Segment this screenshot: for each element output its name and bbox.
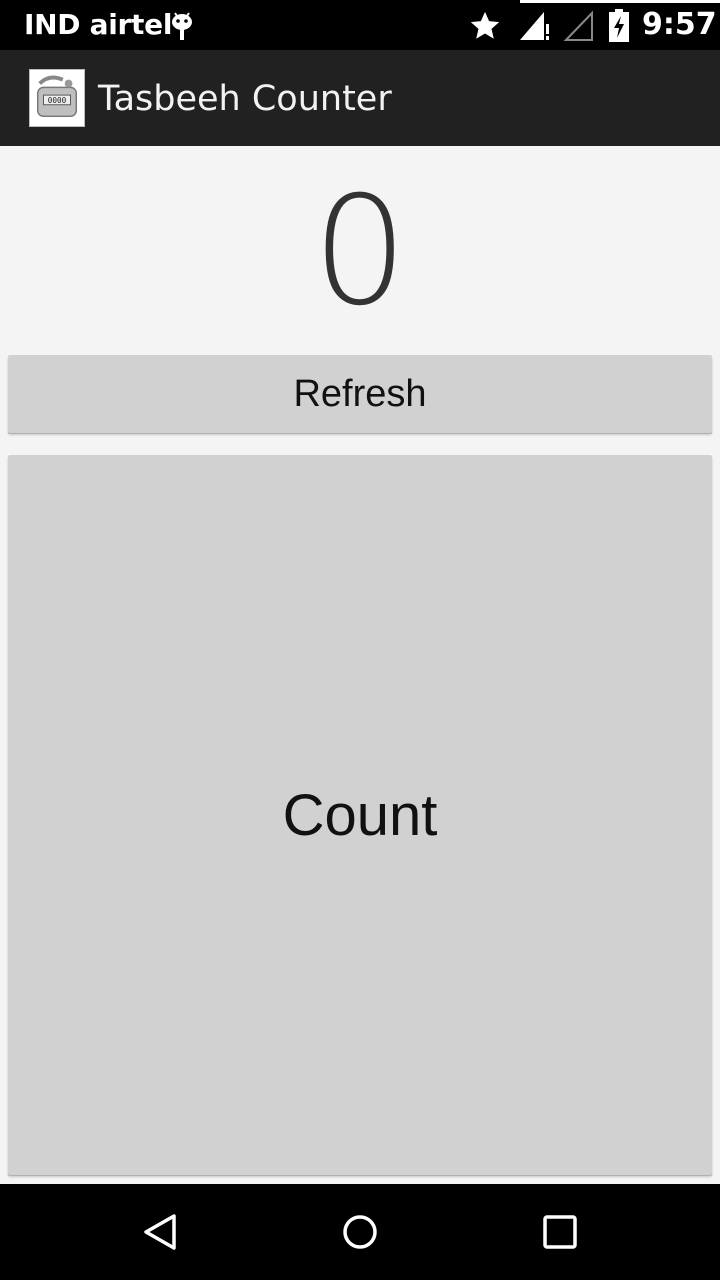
no-signal-icon [563,10,593,41]
refresh-button[interactable]: Refresh [8,355,712,433]
battery-charging-icon [609,9,629,42]
status-clock: 9:57 [642,7,717,42]
recents-icon[interactable] [540,1212,580,1252]
android-debug-icon [172,12,192,40]
app-title: Tasbeeh Counter [98,79,392,119]
status-bar: IND airtel 9:57 [0,0,720,50]
signal-icon [520,12,549,40]
tally-counter-icon: 0000 [29,69,85,127]
star-icon [470,11,500,39]
home-icon[interactable] [340,1212,380,1252]
navigation-bar [0,1184,720,1280]
count-button[interactable]: Count [8,455,712,1175]
status-bar-strip [520,0,720,3]
svg-text:0000: 0000 [48,96,67,105]
counter-display: 0 [312,165,408,339]
carrier-name: IND airtel [24,8,173,41]
back-icon[interactable] [140,1212,180,1252]
action-bar: 0000 Tasbeeh Counter [0,50,720,146]
